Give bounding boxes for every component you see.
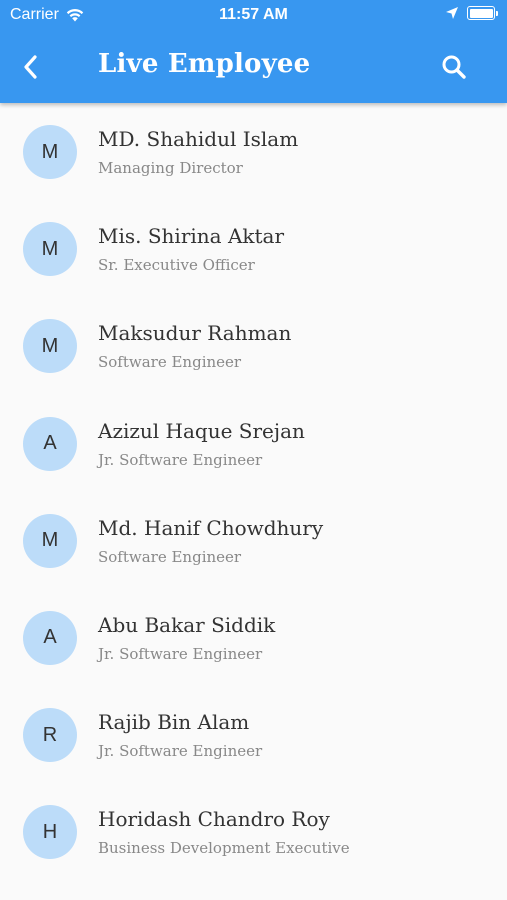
employee-role: Software Engineer <box>98 547 242 566</box>
location-arrow-icon <box>446 7 458 19</box>
avatar: A <box>23 610 77 665</box>
employee-name: Horidash Chandro Roy <box>98 807 330 832</box>
avatar: R <box>23 708 77 763</box>
employee-row[interactable]: H Horidash Chandro Roy Business Developm… <box>0 783 507 880</box>
status-bar: Carrier 11:57 AM <box>0 0 507 30</box>
avatar: A <box>23 416 77 471</box>
employee-row[interactable]: M Mis. Shirina Aktar Sr. Executive Offic… <box>0 200 507 297</box>
search-button[interactable] <box>439 52 469 82</box>
employee-name: Abu Bakar Siddik <box>98 612 276 637</box>
battery-icon <box>467 6 498 20</box>
employee-role: Software Engineer <box>98 353 242 372</box>
employee-role: Business Development Executive <box>98 839 350 858</box>
avatar: M <box>23 319 77 374</box>
top-bar: Carrier 11:57 AM Live Employee <box>0 0 507 103</box>
employee-row[interactable]: M Md. Hanif Chowdhury Software Engineer <box>0 492 507 589</box>
status-right-icons <box>445 6 498 20</box>
employee-role: Jr. Software Engineer <box>98 644 263 663</box>
employee-role: Jr. Software Engineer <box>98 742 263 761</box>
avatar: H <box>23 805 77 860</box>
employee-row[interactable]: R Rajib Bin Alam Jr. Software Engineer <box>0 686 507 783</box>
employee-row[interactable]: M Maksudur Rahman Software Engineer <box>0 297 507 394</box>
employee-name: Maksudur Rahman <box>98 321 292 346</box>
chevron-left-icon <box>24 55 37 79</box>
employee-role: Managing Director <box>98 159 243 177</box>
employee-name: Md. Hanif Chowdhury <box>98 515 324 540</box>
clock: 11:57 AM <box>219 6 288 23</box>
employee-list: M MD. Shahidul Islam Managing Director M… <box>0 103 507 881</box>
avatar: M <box>23 125 77 179</box>
employee-name: Azizul Haque Srejan <box>98 418 305 443</box>
employee-name: MD. Shahidul Islam <box>98 127 299 151</box>
page-title: Live Employee <box>98 49 311 79</box>
employee-role: Sr. Executive Officer <box>98 256 255 275</box>
search-icon <box>442 55 466 79</box>
employee-row[interactable]: A Abu Bakar Siddik Jr. Software Engineer <box>0 589 507 686</box>
back-button[interactable] <box>14 52 48 82</box>
employee-role: Jr. Software Engineer <box>98 450 263 469</box>
avatar: M <box>23 222 77 277</box>
employee-row[interactable]: A Azizul Haque Srejan Jr. Software Engin… <box>0 395 507 492</box>
employee-name: Rajib Bin Alam <box>98 710 250 735</box>
avatar: M <box>23 513 77 568</box>
employee-name: Mis. Shirina Aktar <box>98 224 285 249</box>
employee-row[interactable]: M MD. Shahidul Islam Managing Director <box>0 103 507 200</box>
app-bar: Live Employee <box>0 40 507 96</box>
